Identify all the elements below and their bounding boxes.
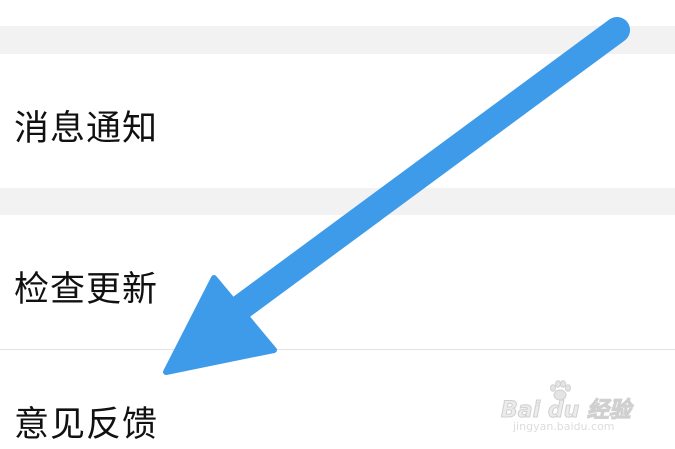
settings-item-label: 检查更新 <box>14 270 159 310</box>
top-spacer <box>0 0 675 18</box>
section-gap <box>0 26 675 54</box>
watermark-url: jingyan.baidu.com <box>513 420 615 433</box>
baidu-jingyan-watermark: Bai du 经验 jingyan.baidu.com <box>495 376 645 438</box>
settings-screen: 消息通知 检查更新 意见反馈 Bai du 经验 jingyan.baidu.c… <box>0 0 675 449</box>
settings-item-check-update[interactable]: 检查更新 <box>0 215 675 349</box>
settings-item-label: 消息通知 <box>14 109 159 149</box>
settings-item-label: 意见反馈 <box>14 405 159 445</box>
section-gap <box>0 188 675 215</box>
settings-item-notifications[interactable]: 消息通知 <box>0 54 675 188</box>
